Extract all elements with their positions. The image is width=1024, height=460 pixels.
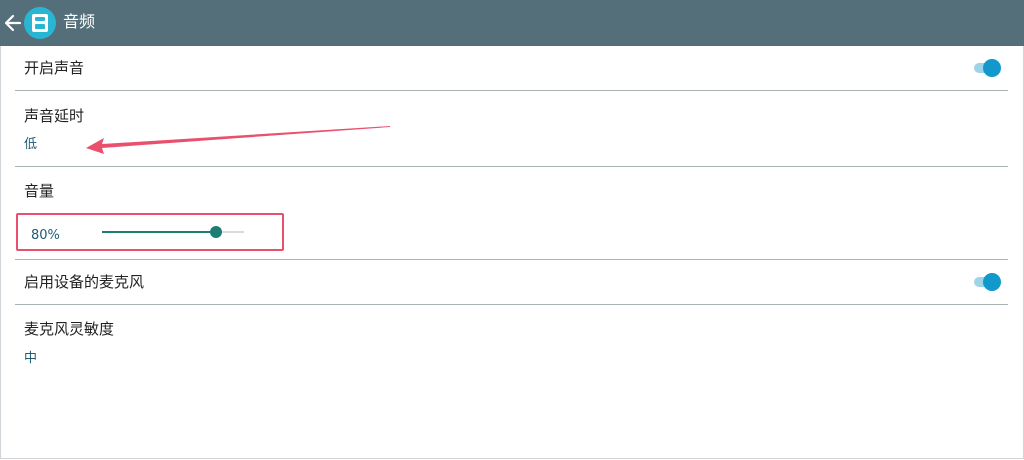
setting-sound-enabled[interactable]: 开启声音 xyxy=(0,46,1008,90)
slider-fill xyxy=(102,231,216,233)
app-bar: 音频 xyxy=(0,0,1024,46)
volume-value: 80% xyxy=(31,228,60,243)
volume-slider[interactable] xyxy=(102,222,244,242)
setting-label: 麦克风灵敏度 xyxy=(24,320,115,338)
sound-toggle-switch[interactable] xyxy=(974,58,1002,78)
setting-label: 声音延时 xyxy=(24,107,85,125)
switch-thumb xyxy=(983,273,1001,291)
slider-knob[interactable] xyxy=(209,226,222,238)
setting-label: 音量 xyxy=(24,182,55,200)
setting-value: 中 xyxy=(24,351,38,366)
setting-device-mic[interactable]: 启用设备的麦克风 xyxy=(0,260,1008,304)
setting-sound-delay[interactable]: 声音延时 低 xyxy=(0,91,1008,165)
setting-value: 低 xyxy=(24,137,38,152)
setting-mic-sensitivity[interactable]: 麦克风灵敏度 中 xyxy=(0,305,1008,379)
app-logo-icon xyxy=(24,7,56,39)
mic-toggle-switch[interactable] xyxy=(974,272,1002,292)
arrow-left-icon[interactable] xyxy=(4,12,22,34)
page-title: 音频 xyxy=(63,12,96,31)
switch-thumb xyxy=(983,59,1001,77)
setting-label: 开启声音 xyxy=(24,59,85,77)
setting-label: 启用设备的麦克风 xyxy=(24,273,145,291)
